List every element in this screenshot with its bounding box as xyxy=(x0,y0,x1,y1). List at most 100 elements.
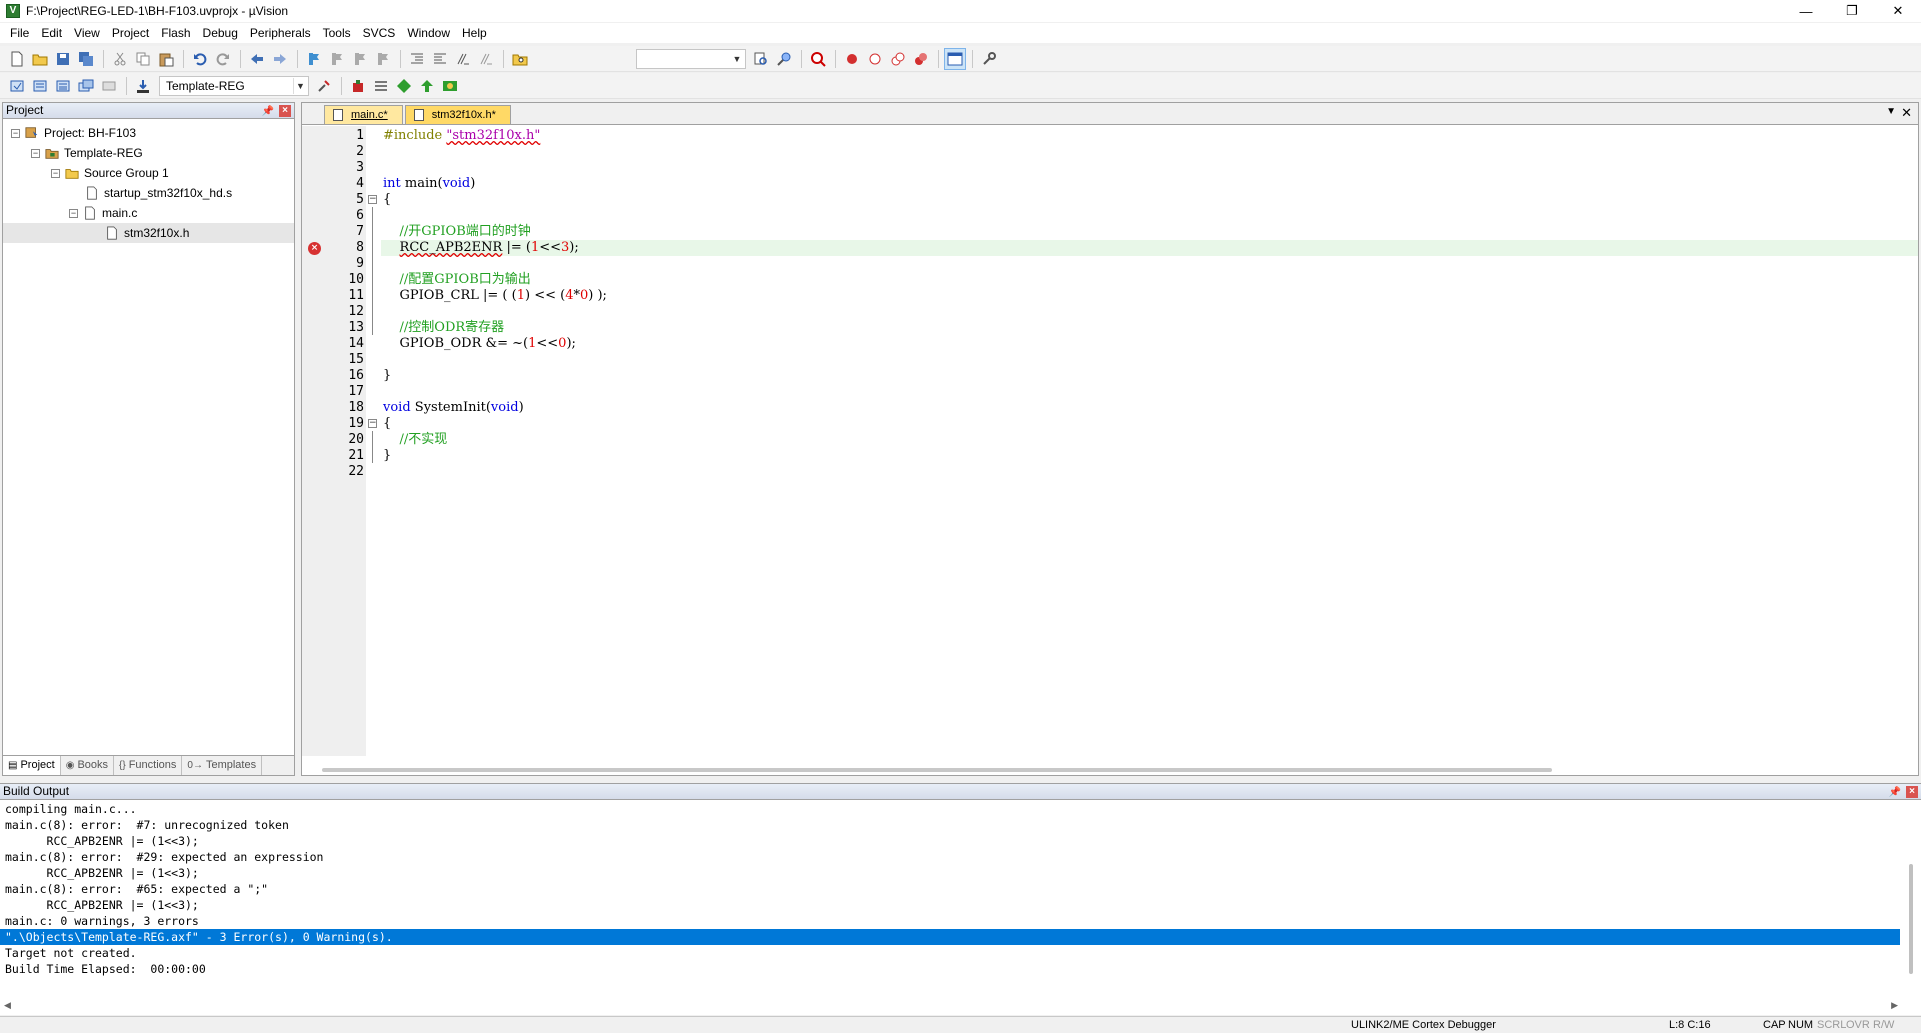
menu-view[interactable]: View xyxy=(68,23,106,43)
scroll-left-icon[interactable]: ◀ xyxy=(4,1000,11,1011)
menu-svcs[interactable]: SVCS xyxy=(357,23,402,43)
tree-node-file-startup[interactable]: startup_stm32f10x_hd.s xyxy=(3,183,294,203)
translate-icon[interactable] xyxy=(6,75,28,97)
output-line[interactable]: Target not created. xyxy=(5,945,1921,961)
indent-icon[interactable] xyxy=(406,48,428,70)
output-line[interactable]: RCC_APB2ENR |= (1<<3); xyxy=(5,833,1921,849)
output-line[interactable]: RCC_APB2ENR |= (1<<3); xyxy=(5,865,1921,881)
batch-build-icon[interactable] xyxy=(75,75,97,97)
collapse-icon[interactable]: − xyxy=(69,208,78,218)
menu-edit[interactable]: Edit xyxy=(35,23,68,43)
output-line[interactable]: main.c(8): error: #65: expected a ";" xyxy=(5,881,1921,897)
output-horizontal-scrollbar[interactable]: ◀ ▶ xyxy=(2,999,1900,1013)
pack-installer-icon[interactable] xyxy=(416,75,438,97)
paste-icon[interactable] xyxy=(155,48,177,70)
collapse-icon[interactable]: − xyxy=(11,128,20,138)
output-line[interactable]: Build Time Elapsed: 00:00:00 xyxy=(5,961,1921,977)
output-line[interactable]: RCC_APB2ENR |= (1<<3); xyxy=(5,897,1921,913)
navigate-forward-icon[interactable] xyxy=(269,48,291,70)
tree-node-file-main[interactable]: − main.c xyxy=(3,203,294,223)
tab-functions[interactable]: {} Functions xyxy=(114,756,183,775)
insert-breakpoint-icon[interactable] xyxy=(841,48,863,70)
build-icon[interactable] xyxy=(29,75,51,97)
code-area[interactable]: 1 #include "stm32f10x.h" 2 3 4 int main(vo… xyxy=(302,126,1918,756)
close-icon[interactable]: ✕ xyxy=(1901,105,1912,121)
menu-window[interactable]: Window xyxy=(401,23,456,43)
disable-all-breakpoints-icon[interactable] xyxy=(887,48,909,70)
tree-node-group[interactable]: − Source Group 1 xyxy=(3,163,294,183)
target-select[interactable]: Template-REG ▼ xyxy=(159,75,309,96)
find-in-files-icon[interactable] xyxy=(509,48,531,70)
close-button[interactable]: ✕ xyxy=(1875,0,1921,22)
scroll-right-icon[interactable]: ▶ xyxy=(1891,1000,1898,1011)
output-line[interactable]: main.c(8): error: #29: expected an expre… xyxy=(5,849,1921,865)
menu-tools[interactable]: Tools xyxy=(317,23,357,43)
bookmark-next-icon[interactable] xyxy=(349,48,371,70)
save-all-icon[interactable] xyxy=(75,48,97,70)
collapse-icon[interactable]: − xyxy=(51,168,60,178)
tab-stm32f10x-h[interactable]: stm32f10x.h* xyxy=(404,105,511,124)
tab-templates[interactable]: 0→ Templates xyxy=(182,756,263,775)
menu-flash[interactable]: Flash xyxy=(155,23,196,43)
window-layout-icon[interactable] xyxy=(944,47,966,70)
tab-project[interactable]: ▤ Project xyxy=(3,756,61,775)
scrollbar-thumb[interactable] xyxy=(1909,864,1913,974)
manage-run-time-icon[interactable] xyxy=(370,75,392,97)
tree-node-project[interactable]: − Project: BH-F103 xyxy=(3,123,294,143)
tree-node-include-header[interactable]: stm32f10x.h xyxy=(3,223,294,243)
bookmark-toggle-icon[interactable] xyxy=(303,48,325,70)
comment-icon[interactable] xyxy=(452,48,474,70)
debug-session-icon[interactable] xyxy=(807,48,829,70)
copy-icon[interactable] xyxy=(132,48,154,70)
download-load-icon[interactable] xyxy=(132,75,154,97)
pin-icon[interactable]: 📌 xyxy=(262,104,274,119)
menu-debug[interactable]: Debug xyxy=(197,23,244,43)
target-options-icon[interactable] xyxy=(313,75,335,97)
select-packs-icon[interactable] xyxy=(393,75,415,97)
rebuild-icon[interactable] xyxy=(52,75,74,97)
output-line[interactable]: main.c: 0 warnings, 3 errors xyxy=(5,913,1921,929)
kill-all-breakpoints-icon[interactable] xyxy=(910,48,932,70)
incremental-find-icon[interactable] xyxy=(773,48,795,70)
software-components-icon[interactable] xyxy=(439,75,461,97)
unindent-icon[interactable] xyxy=(429,48,451,70)
new-file-icon[interactable] xyxy=(6,48,28,70)
output-line-selected[interactable]: ".\Objects\Template-REG.axf" - 3 Error(s… xyxy=(0,929,1900,945)
menu-peripherals[interactable]: Peripherals xyxy=(244,23,317,43)
tree-node-target[interactable]: − Template-REG xyxy=(3,143,294,163)
menu-project[interactable]: Project xyxy=(106,23,155,43)
close-icon[interactable]: × xyxy=(1906,786,1918,798)
navigate-back-icon[interactable] xyxy=(246,48,268,70)
bookmark-clear-icon[interactable] xyxy=(372,48,394,70)
redo-icon[interactable] xyxy=(212,48,234,70)
configure-tools-icon[interactable] xyxy=(978,48,1000,70)
uncomment-icon[interactable] xyxy=(475,48,497,70)
pin-icon[interactable]: 📌 xyxy=(1889,785,1901,800)
maximize-button[interactable]: ❐ xyxy=(1829,0,1875,22)
fold-collapse-icon[interactable]: − xyxy=(368,419,377,428)
output-line[interactable]: compiling main.c... xyxy=(5,801,1921,817)
menu-help[interactable]: Help xyxy=(456,23,493,43)
tab-books[interactable]: ◉ Books xyxy=(61,756,115,775)
fold-collapse-icon[interactable]: − xyxy=(368,195,377,204)
minimize-button[interactable]: — xyxy=(1783,0,1829,22)
bookmark-previous-icon[interactable] xyxy=(326,48,348,70)
close-icon[interactable]: × xyxy=(279,105,291,117)
output-vertical-scrollbar[interactable] xyxy=(1905,804,1919,994)
stop-build-icon[interactable] xyxy=(98,75,120,97)
find-icon[interactable] xyxy=(750,48,772,70)
cut-icon[interactable] xyxy=(109,48,131,70)
tab-main-c[interactable]: main.c* xyxy=(324,105,403,124)
build-output-text[interactable]: compiling main.c... main.c(8): error: #7… xyxy=(0,800,1921,977)
save-icon[interactable] xyxy=(52,48,74,70)
undo-icon[interactable] xyxy=(189,48,211,70)
manage-project-items-icon[interactable] xyxy=(347,75,369,97)
tab-list-dropdown-icon[interactable]: ▼ xyxy=(1886,106,1896,117)
enable-breakpoint-icon[interactable] xyxy=(864,48,886,70)
output-line[interactable]: main.c(8): error: #7: unrecognized token xyxy=(5,817,1921,833)
editor-horizontal-scrollbar[interactable] xyxy=(322,768,1552,772)
find-combo-box[interactable]: ▼ xyxy=(636,48,746,69)
collapse-icon[interactable]: − xyxy=(31,148,40,158)
open-folder-icon[interactable] xyxy=(29,48,51,70)
menu-file[interactable]: File xyxy=(4,23,35,43)
